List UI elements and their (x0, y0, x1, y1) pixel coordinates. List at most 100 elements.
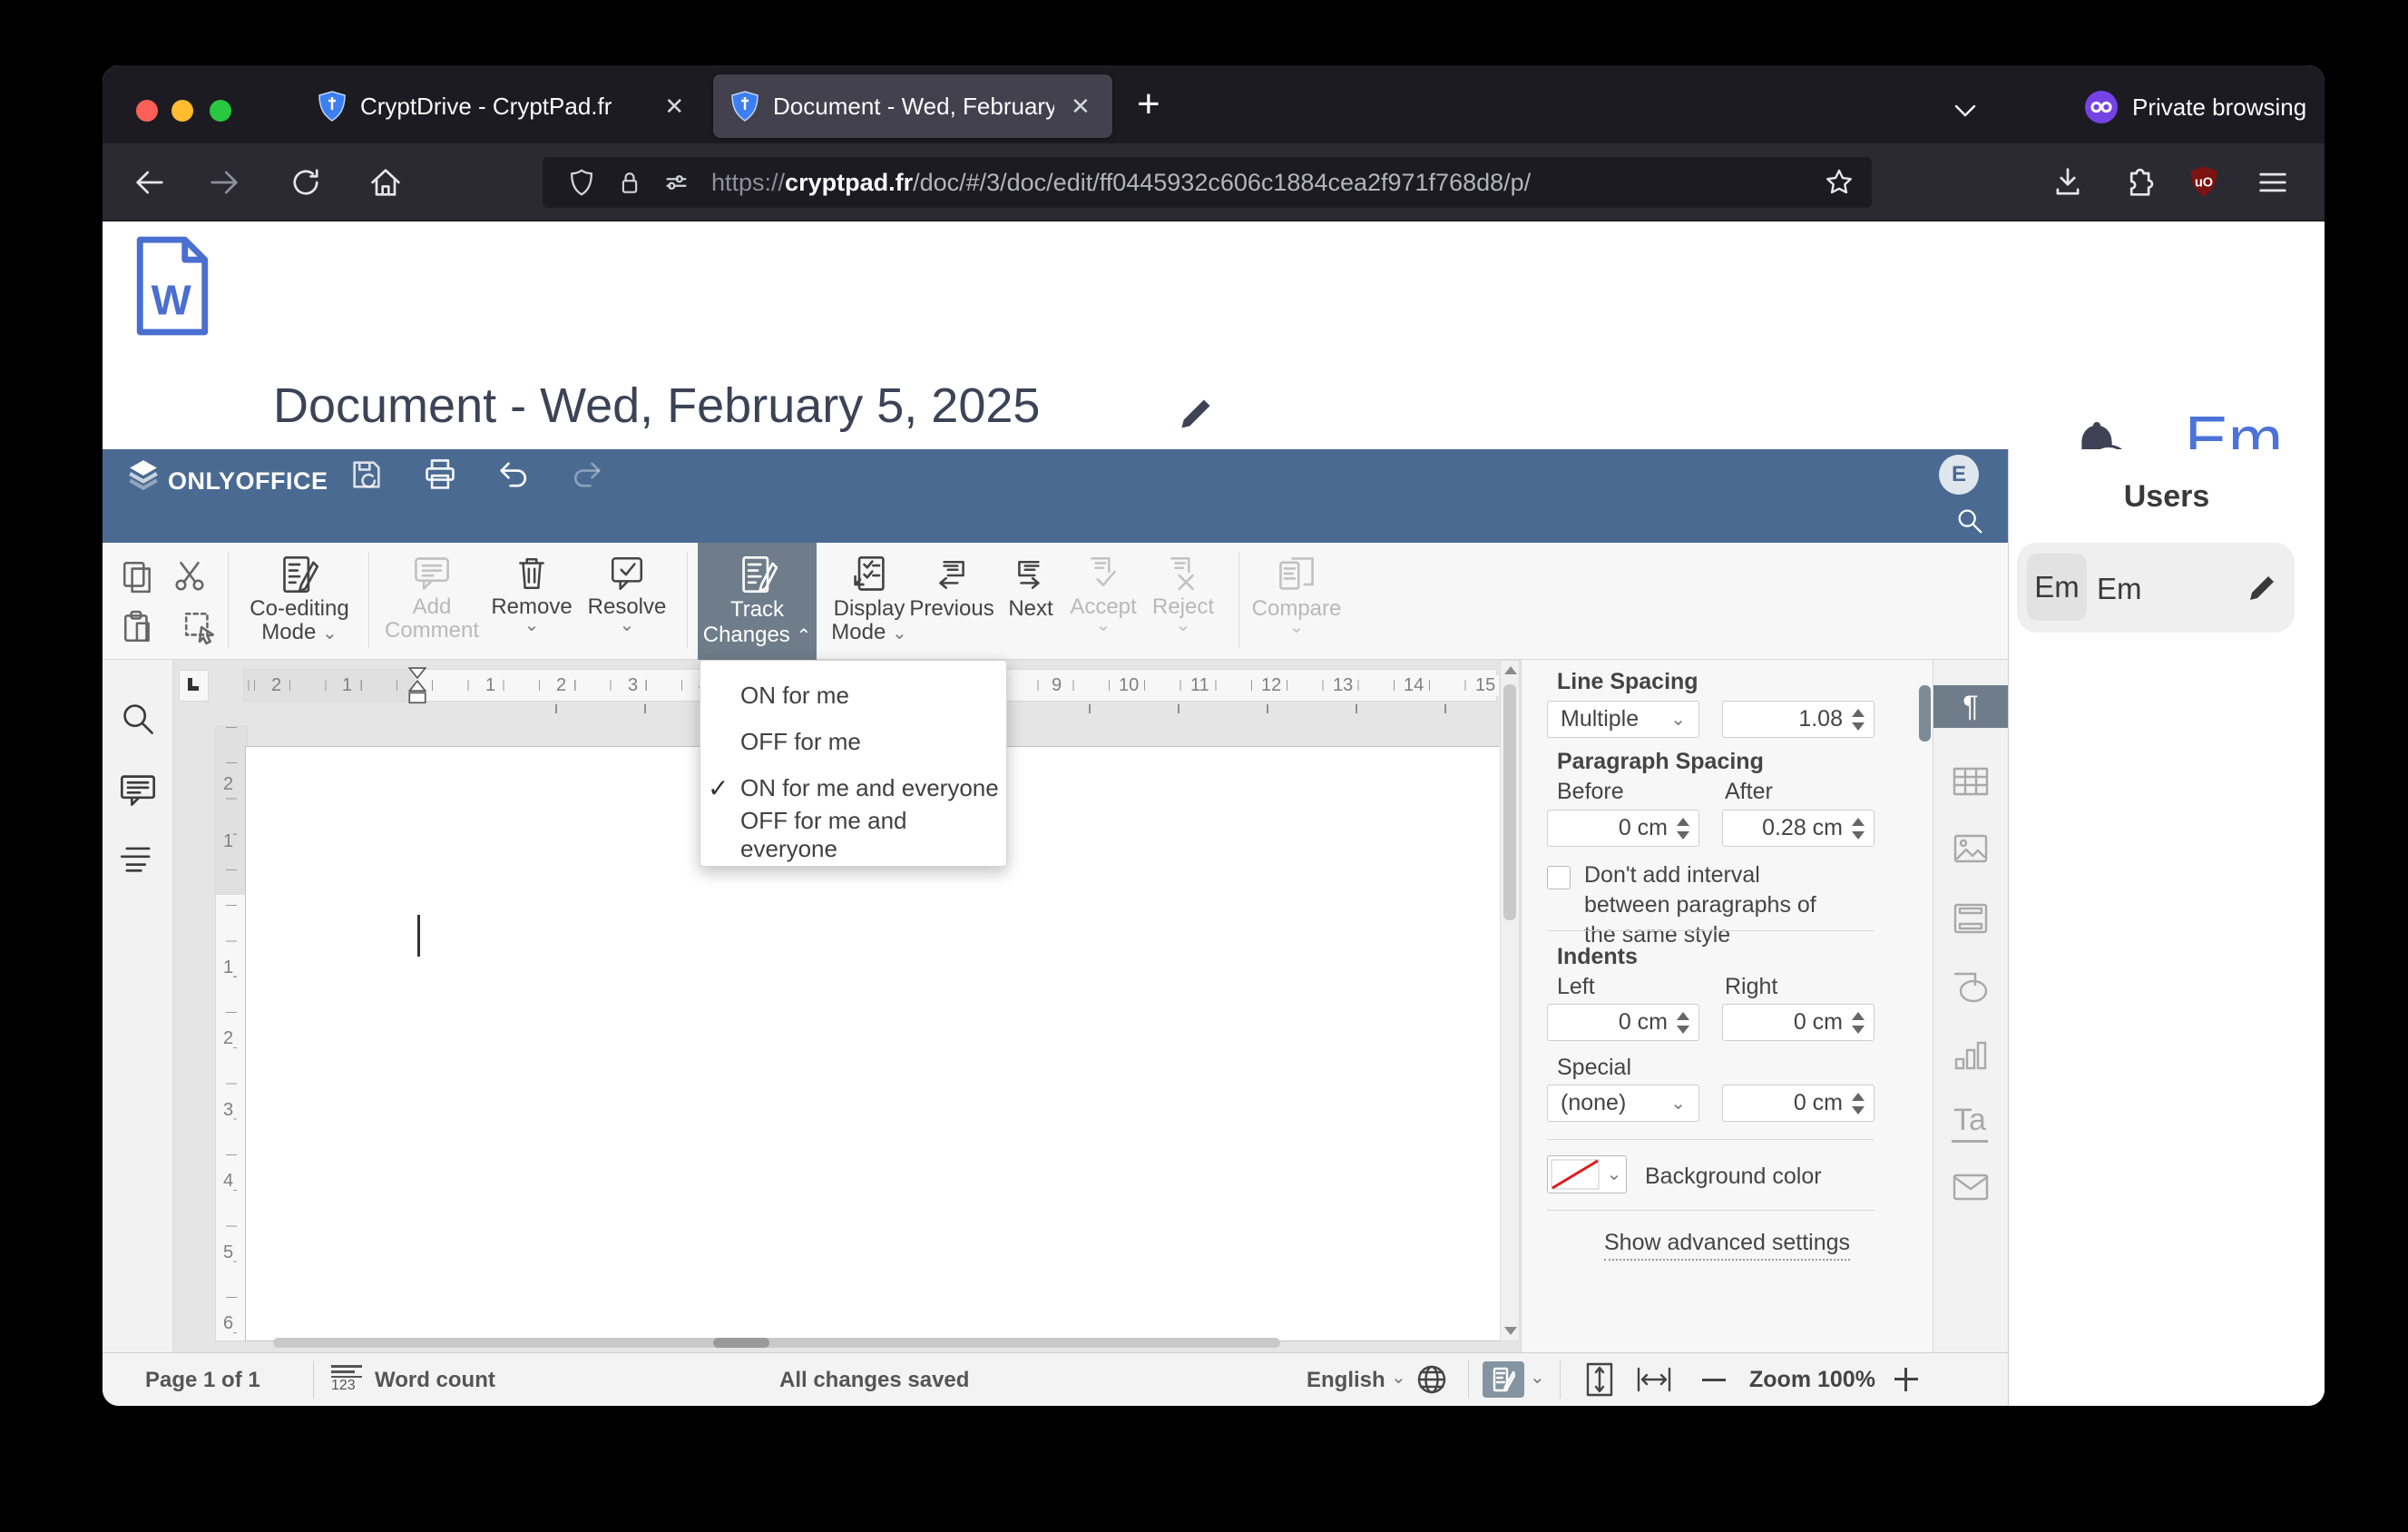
scroll-up-arrow-icon[interactable] (1504, 666, 1517, 674)
menu-hamburger-icon[interactable] (2255, 164, 2291, 201)
spinner-arrows-icon[interactable] (1852, 708, 1865, 731)
accept-change-button[interactable]: Accept ⌄ (1062, 543, 1144, 660)
cut-icon[interactable] (172, 559, 207, 594)
tab-overflow-chevron-icon[interactable] (1949, 94, 1982, 127)
chart-settings-tab[interactable] (1954, 1039, 1987, 1070)
remove-comment-button[interactable]: Remove ⌄ (479, 543, 584, 660)
print-icon[interactable] (422, 457, 458, 493)
coediting-mode-button[interactable]: Co-editing Mode ⌄ (240, 543, 358, 660)
spacing-before-spinner[interactable]: 0 cm (1547, 810, 1699, 847)
forward-icon[interactable] (206, 164, 242, 201)
show-advanced-settings-link[interactable]: Show advanced settings (1604, 1230, 1851, 1261)
edit-user-pencil-icon[interactable] (2246, 572, 2278, 604)
text-art-settings-tab[interactable]: Ta (1952, 1103, 1988, 1143)
tab-cryptdrive[interactable]: CryptDrive - CryptPad.fr ✕ (318, 74, 684, 138)
select-all-icon[interactable] (182, 610, 217, 644)
spinner-arrows-icon[interactable] (1677, 1011, 1689, 1034)
language-selector[interactable]: English (1307, 1368, 1385, 1393)
line-spacing-factor-spinner[interactable]: 1.08 (1722, 701, 1875, 738)
ublock-icon[interactable]: uO (2186, 164, 2222, 201)
menu-item-on-for-me[interactable]: ON for me (700, 673, 1006, 719)
reload-icon[interactable] (288, 164, 324, 201)
spinner-arrows-icon[interactable] (1852, 1011, 1865, 1034)
shape-settings-tab[interactable] (1953, 972, 1988, 1003)
tracking-shield-icon[interactable] (566, 167, 597, 198)
background-color-picker[interactable]: ⌄ (1547, 1155, 1627, 1193)
indent-marker[interactable] (406, 667, 429, 711)
fit-width-icon[interactable] (1636, 1366, 1672, 1393)
indent-right-spinner[interactable]: 0 cm (1722, 1004, 1875, 1041)
tab-close-icon[interactable]: ✕ (664, 93, 684, 121)
document-horizontal-scrollbar[interactable] (173, 1334, 1500, 1352)
copy-icon[interactable] (121, 559, 155, 594)
spellcheck-globe-icon[interactable] (1415, 1363, 1448, 1396)
scrollbar-thumb-dark[interactable] (713, 1338, 769, 1348)
lock-icon[interactable] (615, 168, 644, 197)
document-title[interactable]: Document - Wed, February 5, 2025 (273, 378, 1040, 434)
chevron-down-icon[interactable]: ⌄ (1530, 1369, 1545, 1387)
home-icon[interactable] (367, 164, 404, 201)
track-changes-status-toggle[interactable] (1483, 1361, 1524, 1398)
special-indent-select[interactable]: (none) ⌄ (1547, 1085, 1699, 1122)
page-indicator[interactable]: Page 1 of 1 (145, 1368, 260, 1393)
add-comment-button[interactable]: Add Comment (375, 543, 489, 660)
new-tab-button[interactable]: + (1137, 82, 1160, 127)
interval-checkbox[interactable] (1547, 866, 1571, 889)
next-change-button[interactable]: Next (994, 543, 1067, 660)
vertical-ruler[interactable]: 2 1 1 2 3 4 5 6 (215, 726, 248, 1341)
edit-title-pencil-icon[interactable] (1178, 396, 1214, 432)
menu-item-off-for-me[interactable]: OFF for me (700, 719, 1006, 765)
user-card[interactable]: Em Em (2017, 543, 2295, 633)
fit-page-icon[interactable] (1584, 1362, 1615, 1397)
minimize-window-button[interactable] (171, 100, 193, 122)
zoom-level[interactable]: Zoom 100% (1749, 1367, 1875, 1393)
spinner-arrows-icon[interactable] (1677, 817, 1689, 840)
compare-button[interactable]: Compare ⌄ (1249, 543, 1344, 660)
chevron-down-icon[interactable]: ⌄ (1391, 1369, 1406, 1387)
tab-document-active[interactable]: Document - Wed, February 5, 2 ✕ (713, 74, 1112, 138)
navigation-panel-icon[interactable] (119, 842, 157, 875)
menu-item-off-for-everyone[interactable]: OFF for me and everyone (700, 807, 1006, 862)
scroll-down-arrow-icon[interactable] (1504, 1327, 1517, 1335)
permissions-icon[interactable] (661, 167, 691, 198)
tab-stop-selector[interactable] (179, 670, 209, 702)
table-settings-tab[interactable] (1953, 767, 1989, 796)
reject-change-button[interactable]: Reject ⌄ (1144, 543, 1222, 660)
track-changes-button[interactable]: Track Changes ⌃ (698, 543, 817, 660)
bookmark-star-icon[interactable] (1823, 166, 1855, 199)
menu-item-on-for-everyone[interactable]: ✓ ON for me and everyone (700, 765, 1006, 811)
spacing-after-spinner[interactable]: 0.28 cm (1722, 810, 1875, 847)
panel-scrollbar-thumb[interactable] (1919, 685, 1931, 741)
back-icon[interactable] (132, 164, 168, 201)
previous-change-button[interactable]: Previous (908, 543, 995, 660)
image-settings-tab[interactable] (1953, 834, 1988, 863)
word-count-button[interactable]: Word count (375, 1368, 495, 1393)
indent-left-spinner[interactable]: 0 cm (1547, 1004, 1699, 1041)
downloads-icon[interactable] (2050, 164, 2086, 201)
scrollbar-thumb[interactable] (273, 1338, 1280, 1348)
save-icon[interactable] (348, 457, 385, 493)
zoom-in-button[interactable] (1894, 1368, 1918, 1391)
tab-close-icon[interactable]: ✕ (1071, 93, 1091, 121)
maximize-window-button[interactable] (210, 100, 231, 122)
header-footer-settings-tab[interactable] (1953, 903, 1988, 934)
line-spacing-select[interactable]: Multiple ⌄ (1547, 701, 1699, 738)
extensions-icon[interactable] (2120, 164, 2157, 201)
search-icon[interactable] (1954, 506, 1985, 536)
redo-icon[interactable] (569, 457, 605, 493)
spinner-arrows-icon[interactable] (1852, 1092, 1865, 1115)
comments-panel-icon[interactable] (119, 771, 157, 808)
paste-icon[interactable] (121, 610, 155, 644)
document-vertical-scrollbar[interactable] (1500, 660, 1520, 1341)
display-mode-button[interactable]: Display Mode ⌄ (819, 543, 919, 660)
resolve-comment-button[interactable]: Resolve ⌄ (577, 543, 677, 660)
zoom-out-button[interactable] (1702, 1379, 1726, 1381)
presence-avatar[interactable]: E (1939, 455, 1979, 495)
undo-icon[interactable] (495, 457, 532, 493)
paragraph-settings-tab[interactable]: ¶ (1933, 685, 2008, 728)
special-amount-spinner[interactable]: 0 cm (1722, 1085, 1875, 1122)
find-icon[interactable] (120, 701, 156, 737)
close-window-button[interactable] (136, 100, 158, 122)
mail-merge-settings-tab[interactable] (1953, 1174, 1989, 1201)
scrollbar-thumb[interactable] (1503, 684, 1516, 920)
